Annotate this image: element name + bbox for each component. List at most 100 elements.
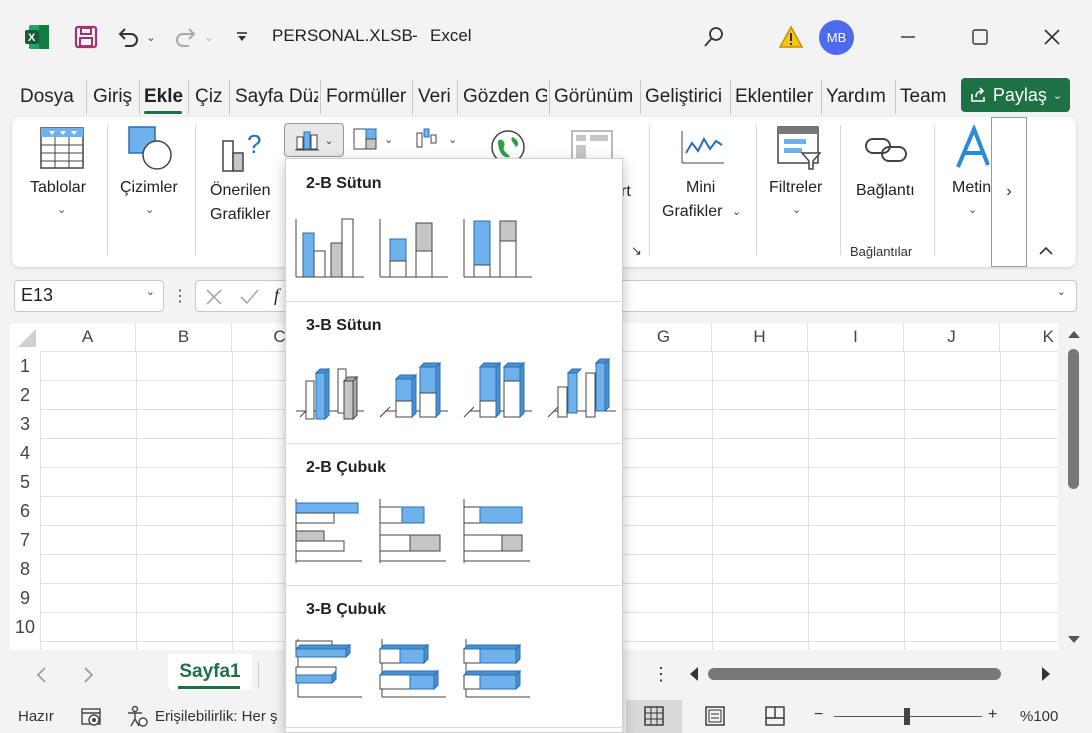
tables-chevron-icon[interactable]: ⌄ xyxy=(57,203,66,216)
tab-gorunum[interactable]: Görünüm xyxy=(554,86,633,112)
ribbon-scroll-right-button[interactable]: › xyxy=(991,117,1027,267)
page-layout-icon[interactable] xyxy=(704,706,726,726)
zoom-level[interactable]: %100 xyxy=(1020,708,1058,725)
accessibility-icon[interactable] xyxy=(126,705,150,729)
row-header[interactable]: 2 xyxy=(10,381,40,410)
scroll-up-icon[interactable] xyxy=(1067,329,1081,339)
tab-team[interactable]: Team xyxy=(900,86,946,112)
dialog-launcher-icon[interactable]: ↘ xyxy=(631,243,642,259)
tab-ekle[interactable]: Ekle xyxy=(144,86,183,112)
previous-sheet-icon[interactable] xyxy=(34,666,48,684)
filters-button[interactable]: Filtreler xyxy=(769,179,822,197)
tab-gozden-gecir[interactable]: Gözden G xyxy=(463,86,547,112)
customize-qat-icon[interactable] xyxy=(232,22,252,52)
minimize-icon[interactable] xyxy=(896,22,920,52)
name-box-chevron-icon[interactable]: ⌄ xyxy=(146,285,155,298)
row-header[interactable]: 1 xyxy=(10,352,40,381)
sparklines-label-2[interactable]: Grafikler xyxy=(662,203,722,221)
maximize-icon[interactable] xyxy=(968,22,992,52)
sheet-tab-active[interactable]: Sayfa1 xyxy=(168,654,252,690)
column-header[interactable]: G xyxy=(616,323,712,351)
clustered-column-option[interactable] xyxy=(294,209,368,283)
row-header[interactable]: 7 xyxy=(10,526,40,555)
row-header[interactable]: 10 xyxy=(10,613,40,642)
undo-icon[interactable] xyxy=(114,22,142,52)
tab-gelistirici[interactable]: Geliştirici xyxy=(645,86,722,112)
expand-formula-bar-icon[interactable]: ⌄ xyxy=(1057,285,1066,298)
row-header[interactable]: 4 xyxy=(10,439,40,468)
tab-veri[interactable]: Veri xyxy=(418,86,451,112)
select-all-corner[interactable] xyxy=(10,323,40,351)
column-header[interactable]: B xyxy=(136,323,232,351)
recommended-charts-label-1[interactable]: Önerilen xyxy=(210,182,270,200)
column-header[interactable]: K xyxy=(1000,323,1058,351)
scroll-right-icon[interactable] xyxy=(1040,666,1052,682)
tab-giris[interactable]: Giriş xyxy=(93,86,132,112)
horizontal-scroll-thumb[interactable] xyxy=(708,668,1001,680)
undo-dropdown-icon[interactable]: ⌄ xyxy=(144,22,158,52)
warning-icon[interactable] xyxy=(777,22,805,52)
zoom-out-icon[interactable]: − xyxy=(814,706,823,724)
3d-clustered-column-option[interactable] xyxy=(294,351,368,425)
macro-recording-icon[interactable] xyxy=(80,706,102,728)
search-icon[interactable] xyxy=(700,22,728,52)
tab-formuller[interactable]: Formüller xyxy=(326,86,410,112)
accessibility-status[interactable]: Erişilebilirlik: Her ş xyxy=(155,708,278,725)
row-header[interactable]: 5 xyxy=(10,468,40,497)
3d-column-option[interactable] xyxy=(546,351,620,425)
sheet-bar-grip-icon[interactable]: ⋮ xyxy=(652,664,670,685)
text-button[interactable]: Metin xyxy=(952,179,991,197)
waterfall-chart-button[interactable]: ⌄ xyxy=(414,127,457,151)
vertical-scrollbar[interactable] xyxy=(1062,323,1088,650)
save-icon[interactable] xyxy=(72,22,100,52)
stacked-bar-option[interactable] xyxy=(378,493,452,567)
tab-dosya[interactable]: Dosya xyxy=(20,86,74,112)
column-header[interactable]: A xyxy=(40,323,136,351)
next-sheet-icon[interactable] xyxy=(82,666,96,684)
scroll-left-icon[interactable] xyxy=(688,666,700,682)
scroll-down-icon[interactable] xyxy=(1067,635,1081,645)
illustrations-chevron-icon[interactable]: ⌄ xyxy=(145,203,154,216)
3d-100-stacked-column-option[interactable] xyxy=(462,351,536,425)
100-stacked-column-option[interactable] xyxy=(462,209,536,283)
illustrations-button[interactable]: Çizimler xyxy=(120,179,178,197)
collapse-ribbon-icon[interactable] xyxy=(1038,243,1054,261)
column-header[interactable]: I xyxy=(808,323,904,351)
3d-100-stacked-bar-option[interactable] xyxy=(462,635,536,709)
sparklines-label-1[interactable]: Mini xyxy=(686,179,715,197)
name-box[interactable]: E13 ⌄ xyxy=(14,280,164,312)
fx-icon[interactable]: f xyxy=(274,285,279,306)
text-chevron-icon[interactable]: ⌄ xyxy=(968,203,977,216)
3d-clustered-bar-option[interactable] xyxy=(294,635,368,709)
zoom-in-icon[interactable]: + xyxy=(988,706,997,724)
column-chart-dropdown-button[interactable]: ⌄ xyxy=(284,123,344,157)
zoom-slider-thumb[interactable] xyxy=(904,708,910,725)
formula-bar-grip-icon[interactable]: ⋮ xyxy=(172,286,188,306)
100-stacked-bar-option[interactable] xyxy=(462,493,536,567)
tab-eklentiler[interactable]: Eklentiler xyxy=(735,86,813,112)
tab-yardim[interactable]: Yardım xyxy=(826,86,886,112)
row-header[interactable]: 9 xyxy=(10,584,40,613)
tab-sayfa-duzeni[interactable]: Sayfa Düz xyxy=(235,86,318,112)
sparklines-chevron-icon[interactable]: ⌄ xyxy=(732,205,741,218)
recommended-charts-label-2[interactable]: Grafikler xyxy=(210,206,270,224)
filters-chevron-icon[interactable]: ⌄ xyxy=(792,203,801,216)
tables-button[interactable]: Tablolar xyxy=(30,179,86,197)
clustered-bar-option[interactable] xyxy=(294,493,368,567)
row-header[interactable]: 8 xyxy=(10,555,40,584)
page-break-preview-icon[interactable] xyxy=(764,706,786,726)
row-header[interactable]: 3 xyxy=(10,410,40,439)
stacked-column-option[interactable] xyxy=(378,209,452,283)
row-header[interactable]: 6 xyxy=(10,497,40,526)
column-header[interactable]: J xyxy=(904,323,1000,351)
link-button[interactable]: Bağlantı xyxy=(856,182,915,200)
close-icon[interactable] xyxy=(1040,22,1064,52)
vertical-scroll-thumb[interactable] xyxy=(1068,349,1079,489)
normal-view-button[interactable] xyxy=(626,700,682,733)
column-header[interactable]: H xyxy=(712,323,808,351)
user-avatar[interactable]: MB xyxy=(819,20,854,55)
redo-icon[interactable] xyxy=(172,22,200,52)
3d-stacked-column-option[interactable] xyxy=(378,351,452,425)
tab-ciz[interactable]: Çiz xyxy=(195,86,222,112)
hierarchy-chart-button[interactable]: ⌄ xyxy=(352,127,393,151)
